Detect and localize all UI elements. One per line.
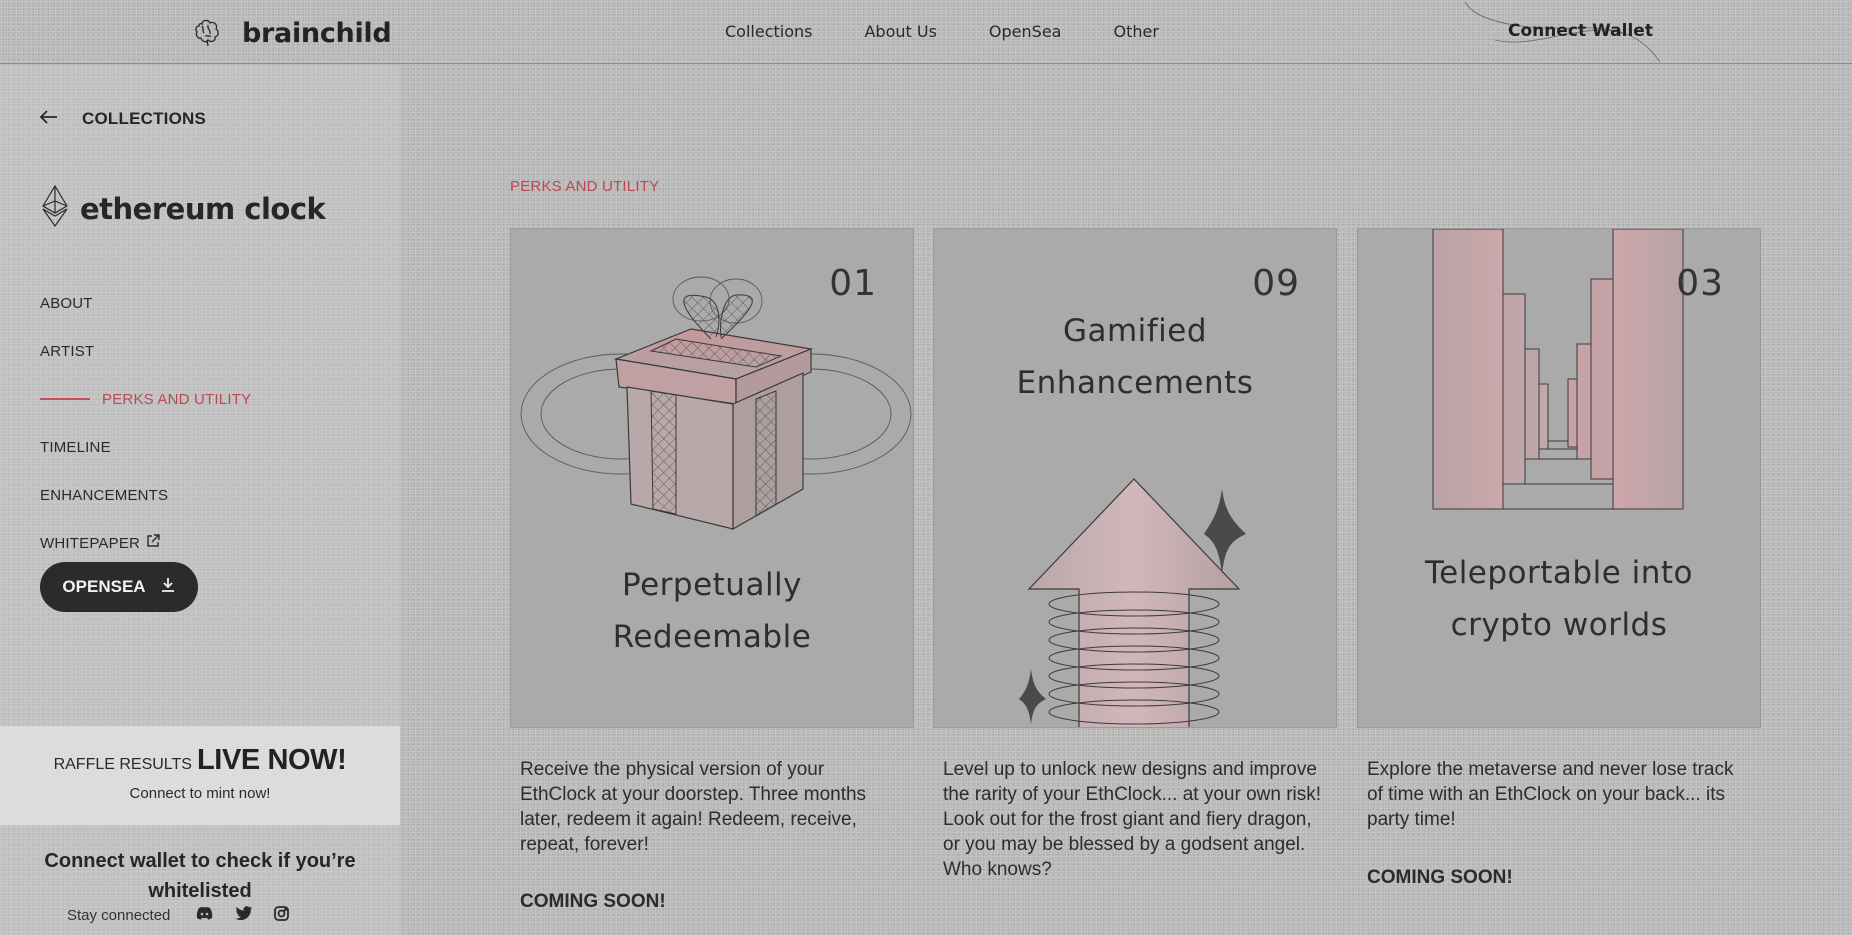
download-icon bbox=[160, 577, 176, 598]
external-link-icon bbox=[146, 534, 160, 552]
top-navigation-bar: brainchild Collections About Us OpenSea … bbox=[0, 0, 1852, 64]
nav-about-us[interactable]: About Us bbox=[864, 22, 936, 41]
discord-icon[interactable] bbox=[196, 906, 213, 925]
card-description: Level up to unlock new designs and impro… bbox=[943, 759, 1322, 880]
brand[interactable]: brainchild bbox=[190, 14, 392, 53]
sidebar-item-perks-and-utility[interactable]: PERKS AND UTILITY bbox=[40, 375, 251, 423]
sidebar-item-label: ENHANCEMENTS bbox=[40, 486, 169, 504]
card-title-line-2: crypto worlds bbox=[1450, 607, 1668, 643]
nav-other[interactable]: Other bbox=[1113, 22, 1158, 41]
connect-wallet-button[interactable]: Connect Wallet bbox=[1508, 21, 1653, 41]
sidebar-item-enhancements[interactable]: ENHANCEMENTS bbox=[40, 471, 251, 519]
active-indicator bbox=[40, 398, 90, 400]
card-title-line-1: Perpetually bbox=[621, 567, 803, 603]
card-title-line-1: Teleportable into bbox=[1424, 555, 1694, 591]
stay-connected-label: Stay connected bbox=[67, 907, 171, 924]
card-number: 03 bbox=[1676, 263, 1724, 304]
card-title-line-2: Enhancements bbox=[1016, 365, 1254, 401]
nav-collections[interactable]: Collections bbox=[725, 22, 812, 41]
arrow-left-icon bbox=[39, 109, 58, 129]
nav-opensea[interactable]: OpenSea bbox=[989, 22, 1062, 41]
perk-card-redeemable: 01 Perpetually Redeemable bbox=[510, 228, 914, 728]
whitelist-message: Connect wallet to check if you’re whitel… bbox=[44, 850, 356, 902]
sidebar-item-label: ABOUT bbox=[40, 294, 93, 312]
card-title: Gamified Enhancements bbox=[934, 305, 1336, 409]
perk-card-gamified: 09 Gamified Enhancements bbox=[933, 228, 1337, 728]
card-description: Explore the metaverse and never lose tra… bbox=[1367, 759, 1734, 830]
raffle-headline: LIVE NOW! bbox=[196, 744, 347, 776]
perk-card-teleportable: 03 Teleportable into crypto worlds bbox=[1357, 228, 1761, 728]
sidebar-item-label: WHITEPAPER bbox=[40, 534, 141, 552]
brand-name: brainchild bbox=[242, 18, 392, 49]
sidebar-item-label: TIMELINE bbox=[40, 438, 111, 456]
card-description: Receive the physical version of your Eth… bbox=[520, 759, 867, 855]
collection-name: ethereum clock bbox=[80, 191, 326, 226]
sidebar-menu: ABOUT ARTIST PERKS AND UTILITY TIMELINE … bbox=[40, 279, 251, 567]
opensea-button[interactable]: OPENSEA bbox=[40, 562, 198, 612]
coming-soon-label: COMING SOON! bbox=[1367, 867, 1513, 888]
collection-heading: ethereum clock bbox=[40, 184, 326, 232]
section-label: PERKS AND UTILITY bbox=[510, 178, 660, 195]
sidebar-item-label: ARTIST bbox=[40, 342, 95, 360]
sidebar-item-label: PERKS AND UTILITY bbox=[102, 390, 252, 408]
sidebar-item-about[interactable]: ABOUT bbox=[40, 279, 251, 327]
coming-soon-label: COMING SOON! bbox=[520, 891, 666, 912]
sidebar-item-timeline[interactable]: TIMELINE bbox=[40, 423, 251, 471]
raffle-prefix: RAFFLE RESULTS bbox=[53, 756, 192, 773]
sidebar-item-whitepaper[interactable]: WHITEPAPER bbox=[40, 519, 251, 567]
card-title-line-1: Gamified bbox=[1062, 313, 1208, 349]
card-number: 09 bbox=[1252, 263, 1300, 304]
raffle-banner[interactable]: RAFFLE RESULTS LIVE NOW! Connect to mint… bbox=[0, 726, 400, 825]
brain-icon bbox=[190, 14, 224, 53]
card-title: Perpetually Redeemable bbox=[511, 559, 913, 663]
instagram-icon[interactable] bbox=[274, 906, 290, 925]
twitter-icon[interactable] bbox=[235, 906, 253, 925]
sidebar: COLLECTIONS ethereum clock ABOUT ARTIST … bbox=[0, 65, 400, 935]
opensea-button-label: OPENSEA bbox=[62, 577, 146, 596]
ethereum-icon bbox=[40, 184, 70, 232]
card-title-line-2: Redeemable bbox=[612, 619, 812, 655]
card-number: 01 bbox=[829, 263, 877, 304]
raffle-subtext: Connect to mint now! bbox=[129, 785, 271, 802]
back-to-collections[interactable]: COLLECTIONS bbox=[39, 109, 207, 129]
card-title: Teleportable into crypto worlds bbox=[1358, 547, 1760, 651]
back-label: COLLECTIONS bbox=[82, 109, 207, 128]
sidebar-item-artist[interactable]: ARTIST bbox=[40, 327, 251, 375]
stay-connected: Stay connected bbox=[67, 906, 290, 925]
main-nav: Collections About Us OpenSea Other bbox=[725, 22, 1159, 41]
